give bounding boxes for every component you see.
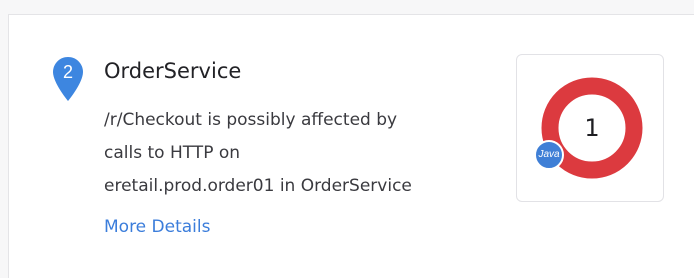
description-line: /r/Checkout is possibly affected by (104, 110, 398, 130)
map-pin-icon: 2 (52, 56, 84, 102)
description-line: calls to HTTP on (104, 143, 241, 163)
more-details-link[interactable]: More Details (104, 213, 210, 241)
java-technology-icon: Java (534, 140, 564, 170)
description-line: eretail.prod.order01 in OrderService (104, 176, 412, 196)
problem-index: 2 (62, 62, 73, 82)
problem-description: /r/Checkout is possibly affected by call… (104, 104, 504, 203)
impact-count: 1 (584, 114, 600, 142)
service-title: OrderService (104, 59, 242, 83)
